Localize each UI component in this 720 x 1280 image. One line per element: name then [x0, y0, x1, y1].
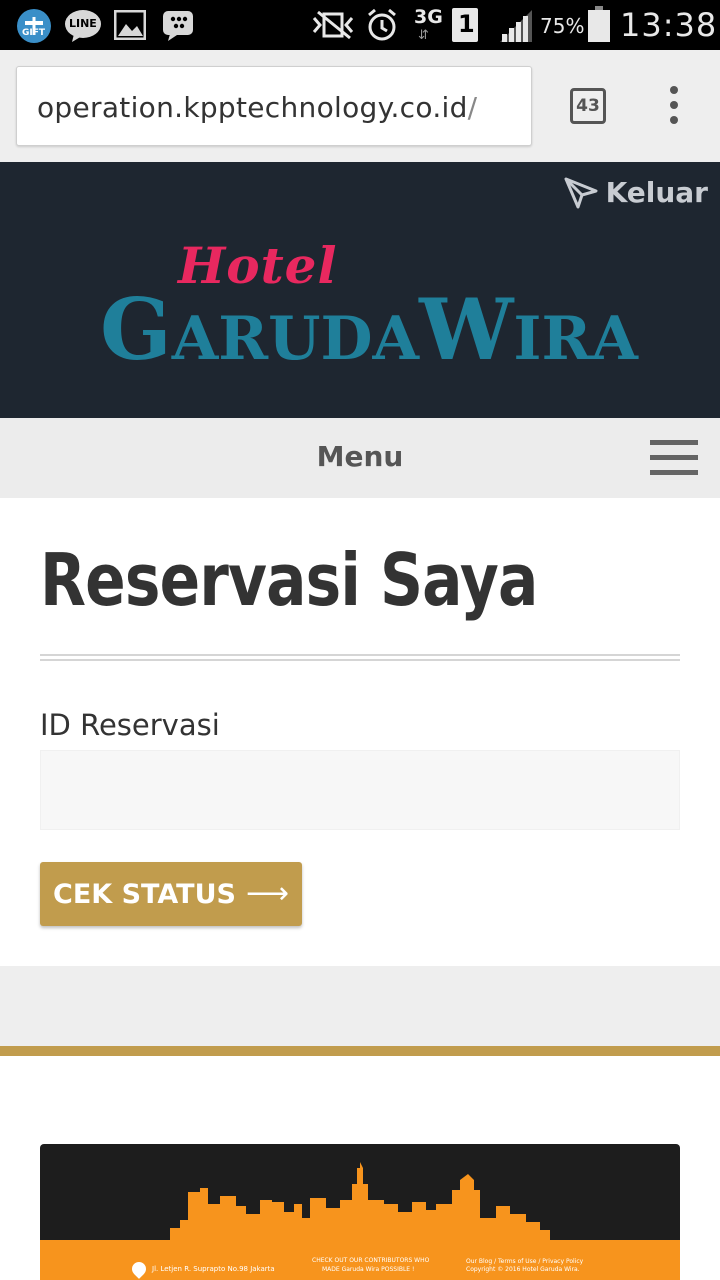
- footer-contributors-line2[interactable]: MADE Garuda Wira POSSIBLE !: [322, 1266, 414, 1273]
- status-bar: GIFT LINE 3G ⇵ 1 75% 13:38: [0, 0, 720, 50]
- hotel-logo[interactable]: Hotel GARUDAWIRA: [100, 236, 640, 379]
- alarm-icon: [366, 8, 398, 46]
- url-bar[interactable]: operation.kpptechnology.co.id/: [16, 66, 532, 146]
- network-3g-icon: 3G: [414, 6, 443, 28]
- sim-label: 1: [458, 10, 475, 38]
- check-status-button[interactable]: CEK STATUS ⟶: [40, 862, 302, 926]
- title-divider-secondary: [40, 659, 680, 661]
- sim-1-icon: 1: [452, 8, 478, 42]
- hamburger-menu-icon[interactable]: [650, 440, 698, 476]
- battery-icon: [588, 6, 610, 42]
- url-text[interactable]: operation.kpptechnology.co.id/: [37, 91, 477, 124]
- logout-link[interactable]: Keluar: [564, 176, 708, 209]
- gallery-icon: [113, 9, 147, 44]
- network-arrows: ⇵: [418, 28, 429, 43]
- footer-contributors-line1[interactable]: CHECK OUT OUR CONTRIBUTORS WHO: [312, 1257, 429, 1264]
- logout-label: Keluar: [605, 176, 708, 209]
- footer-address: Jl. Letjen R. Suprapto No.98 Jakarta: [152, 1265, 275, 1273]
- mute-icon: [310, 10, 356, 44]
- browser-toolbar: operation.kpptechnology.co.id/ 43: [0, 50, 720, 162]
- line-label: LINE: [69, 17, 97, 30]
- footer-banner: Jl. Letjen R. Suprapto No.98 Jakarta CHE…: [40, 1144, 680, 1280]
- bbm-icon: [162, 10, 194, 46]
- title-divider: [40, 654, 680, 656]
- tab-switcher-button[interactable]: 43: [570, 88, 606, 124]
- site-header: Keluar Hotel GARUDAWIRA: [0, 162, 720, 418]
- logo-main: GARUDAWIRA: [100, 280, 638, 379]
- content-footer-strip: [0, 966, 720, 1046]
- overflow-menu-icon[interactable]: [664, 86, 684, 126]
- url-path: /: [467, 91, 478, 124]
- battery-percent: 75%: [540, 14, 585, 38]
- jakarta-skyline-graphic: [40, 1162, 680, 1244]
- clock: 13:38: [620, 6, 718, 44]
- page-title: Reservasi Saya: [40, 538, 538, 622]
- footer-links[interactable]: Our Blog / Terms of Use / Privacy Policy: [466, 1258, 583, 1265]
- reservation-id-input[interactable]: [40, 750, 680, 830]
- check-status-label: CEK STATUS: [53, 878, 236, 910]
- footer-copyright: Copyright © 2016 Hotel Garuda Wira.: [466, 1266, 580, 1273]
- url-host: operation.kpptechnology.co.id: [37, 91, 468, 124]
- menu-bar[interactable]: Menu: [0, 418, 720, 498]
- reservation-id-label: ID Reservasi: [40, 708, 220, 742]
- line-icon: LINE: [64, 8, 102, 48]
- signal-icon: [498, 8, 534, 48]
- gold-divider: [0, 1046, 720, 1056]
- arrow-right-icon: ⟶: [245, 876, 289, 911]
- menu-label[interactable]: Menu: [0, 440, 720, 473]
- paper-plane-icon: [564, 177, 598, 208]
- gift-label: GIFT: [22, 28, 46, 38]
- gift-icon: GIFT: [16, 8, 52, 48]
